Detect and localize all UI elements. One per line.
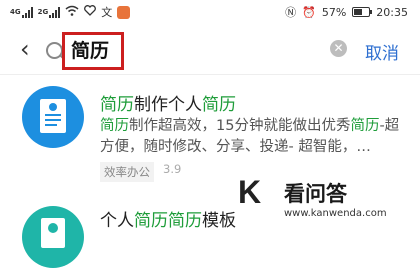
result-title: 简历制作个人简历 (100, 90, 236, 115)
watermark-logo: K (238, 174, 262, 210)
cancel-button[interactable]: 取消 (365, 39, 399, 64)
signal-bars-icon (49, 6, 61, 18)
battery-percent: 57% (321, 5, 347, 19)
title-text: 个人 (100, 211, 134, 231)
divider (0, 74, 420, 75)
chevron-left-icon[interactable]: ‹ (20, 37, 30, 61)
watermark-url: www.kanwenda.com (284, 208, 387, 219)
alarm-icon: ⏰ (302, 5, 316, 19)
title-text: 模板 (202, 211, 236, 231)
translate-icon: 文 (101, 6, 113, 19)
network-type-1: 4G (10, 6, 33, 18)
desc-text: 制作超高效，15分钟就能做出优秀 (129, 118, 351, 134)
title-text: 制作个人 (134, 95, 202, 115)
result-title: 个人简历简历模板 (100, 206, 236, 231)
desc-highlight: 简历 (350, 118, 380, 134)
rating: 3.9 (163, 162, 182, 176)
nfc-icon: Ⓝ (285, 6, 297, 19)
resume-template-app-icon (22, 206, 84, 268)
app-notification-icon (117, 5, 131, 19)
status-bar: 4G 2G 文 Ⓝ ⏰ 57% 20:35 (0, 0, 420, 24)
status-left: 4G 2G 文 (10, 4, 131, 20)
result-description: 简历制作超高效，15分钟就能做出优秀简历-超方便，随时修改、分享、投递- 超智能… (100, 116, 400, 158)
category-tag: 效率办公 (100, 162, 154, 182)
title-highlight: 简历 (168, 211, 202, 231)
title-highlight: 简历 (202, 95, 236, 115)
wifi-icon (65, 5, 79, 19)
search-icon (46, 42, 63, 59)
clear-icon[interactable]: ✕ (330, 40, 347, 57)
status-right: Ⓝ ⏰ 57% 20:35 (285, 4, 408, 20)
network-label: 4G (10, 7, 21, 16)
clock: 20:35 (376, 5, 408, 19)
heart-icon (84, 5, 97, 19)
watermark-title: 看问答 (284, 182, 347, 206)
title-highlight: 简历 (100, 95, 134, 115)
title-highlight: 简历 (134, 211, 168, 231)
network-type-2: 2G (37, 6, 61, 18)
search-bar: ‹ 简历 ✕ 取消 (0, 28, 420, 72)
desc-highlight: 简历 (100, 118, 129, 134)
network-label: 2G (37, 7, 49, 16)
battery-icon (352, 7, 373, 17)
search-input[interactable]: 简历 (62, 32, 124, 70)
resume-app-icon (22, 86, 84, 148)
signal-bars-icon (21, 6, 33, 18)
watermark: K 看问答 www.kanwenda.com (238, 170, 420, 230)
